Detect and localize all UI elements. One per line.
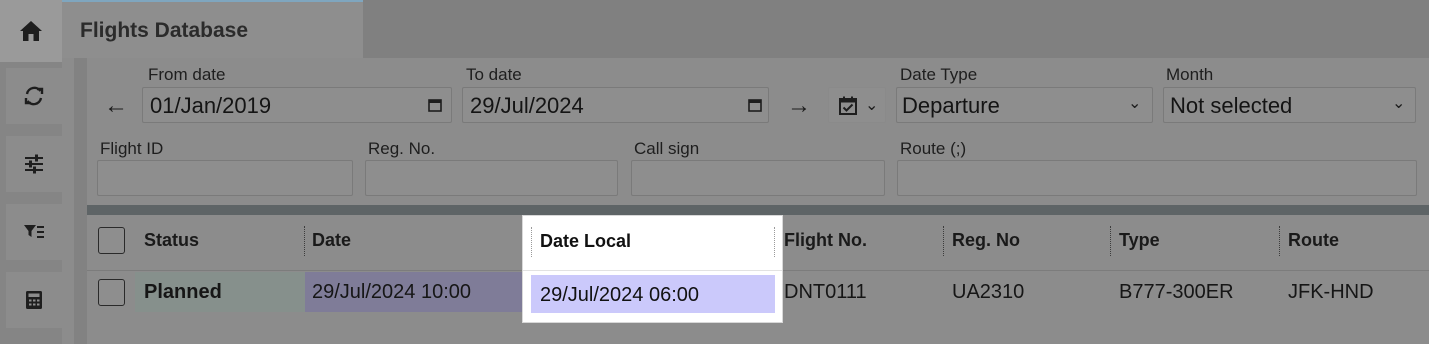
column-header-route[interactable]: Route [1288, 230, 1339, 251]
column-separator[interactable] [943, 226, 944, 256]
from-date-field[interactable]: 01/Jan/2019 [142, 87, 452, 123]
filter-list-icon [24, 225, 44, 238]
grid-divider [87, 205, 1429, 215]
column-separator[interactable] [1279, 226, 1280, 256]
sidebar [0, 0, 62, 344]
chevron-down-icon: ⌄ [865, 97, 879, 114]
row-checkbox[interactable] [98, 279, 125, 306]
calendar-icon[interactable] [748, 98, 762, 112]
home-icon [20, 21, 42, 41]
route-input[interactable] [897, 160, 1417, 196]
row-date[interactable]: 29/Jul/2024 10:00 [312, 281, 471, 304]
month-value: Not selected [1170, 93, 1293, 118]
date-local-column-highlight: Date Local 29/Jul/2024 06:00 [522, 215, 783, 323]
reg-no-input[interactable] [365, 160, 618, 196]
calculator-icon [26, 291, 42, 309]
column-separator[interactable] [774, 227, 775, 257]
next-period-arrow[interactable]: → [787, 92, 811, 120]
select-all-checkbox[interactable] [98, 227, 125, 254]
to-date-field[interactable]: 29/Jul/2024 [462, 87, 769, 123]
column-header-date-local[interactable]: Date Local [540, 231, 631, 252]
tab-title: Flights Database [80, 19, 249, 42]
header-row-divider [523, 270, 782, 271]
chevron-down-icon: ⌄ [1392, 95, 1406, 112]
row-reg-no[interactable]: UA2310 [952, 281, 1024, 304]
row-flight-no[interactable]: DNT0111 [784, 281, 867, 304]
to-date-value: 29/Jul/2024 [470, 93, 584, 118]
settings-sliders-button[interactable] [6, 136, 62, 192]
date-type-select[interactable]: Departure ⌄ [896, 87, 1153, 123]
filter-button[interactable] [6, 204, 62, 260]
calendar-icon[interactable] [428, 98, 442, 112]
flight-id-label: Flight ID [100, 139, 164, 158]
date-type-label: Date Type [900, 65, 978, 84]
calendar-check-icon [839, 96, 857, 115]
refresh-icon [24, 86, 44, 106]
column-header-type[interactable]: Type [1119, 230, 1160, 251]
column-header-status[interactable]: Status [144, 230, 199, 251]
tab-flights-database[interactable]: Flights Database [62, 0, 363, 58]
previous-period-arrow[interactable]: ← [104, 92, 128, 120]
to-date-label: To date [466, 65, 522, 84]
row-status[interactable]: Planned [144, 281, 222, 304]
date-preset-dropdown[interactable]: ⌄ [828, 87, 886, 123]
column-separator[interactable] [304, 226, 305, 256]
column-header-reg-no[interactable]: Reg. No [952, 230, 1020, 251]
reg-no-label: Reg. No. [368, 139, 436, 158]
row-type[interactable]: B777-300ER [1119, 281, 1234, 304]
home-button[interactable] [0, 0, 62, 62]
column-separator[interactable] [531, 227, 532, 257]
column-separator[interactable] [1110, 226, 1111, 256]
call-sign-label: Call sign [634, 139, 700, 158]
left-gutter [74, 58, 87, 344]
from-date-label: From date [148, 65, 226, 84]
chevron-down-icon: ⌄ [1128, 95, 1142, 112]
call-sign-input[interactable] [631, 160, 885, 196]
row-date-local: 29/Jul/2024 06:00 [540, 284, 700, 306]
date-type-value: Departure [902, 93, 1000, 118]
month-label: Month [1166, 65, 1214, 84]
flight-id-input[interactable] [97, 160, 353, 196]
route-label: Route (;) [900, 139, 967, 158]
row-route[interactable]: JFK-HND [1288, 281, 1374, 304]
refresh-button[interactable] [6, 68, 62, 124]
sliders-icon [25, 154, 43, 174]
month-select[interactable]: Not selected ⌄ [1163, 87, 1416, 123]
from-date-value: 01/Jan/2019 [150, 93, 272, 118]
calculator-button[interactable] [6, 272, 62, 328]
column-header-flight-no[interactable]: Flight No. [784, 230, 867, 251]
row-date-local-cell[interactable]: 29/Jul/2024 06:00 [531, 275, 775, 313]
column-header-date[interactable]: Date [312, 230, 351, 251]
